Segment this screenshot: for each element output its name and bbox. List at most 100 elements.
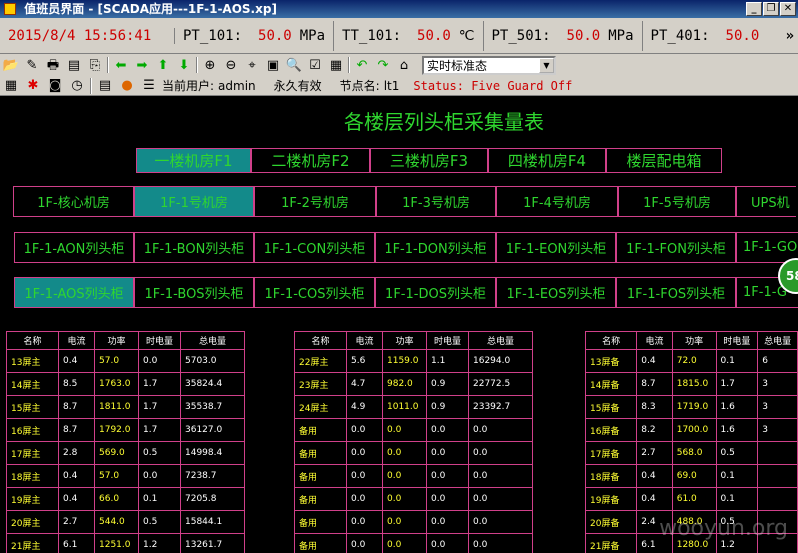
table-cell: 19屏备 xyxy=(584,487,638,511)
camera-icon[interactable]: ◙ xyxy=(46,77,64,95)
open-folder-icon[interactable]: 📂 xyxy=(2,56,20,74)
tab-floor-f1[interactable]: 一楼机房F1 xyxy=(136,148,251,173)
close-button[interactable]: ✕ xyxy=(780,2,796,16)
table-cell: 61.0 xyxy=(671,487,717,511)
table-cell: 6.1 xyxy=(58,533,95,553)
tab-cabinet-eon[interactable]: 1F-1-EON列头柜 xyxy=(496,232,616,263)
tab-cabinet-aon[interactable]: 1F-1-AON列头柜 xyxy=(14,232,134,263)
scroll-more-icon[interactable]: » xyxy=(786,28,794,44)
table-cell: 0.0 xyxy=(426,533,469,553)
table-cell: 1.6 xyxy=(715,418,759,442)
table-cell: 18屏备 xyxy=(584,464,638,488)
tab-cabinet-dos[interactable]: 1F-1-DOS列头柜 xyxy=(375,277,496,308)
zoom-in-icon[interactable]: ⊕ xyxy=(201,56,219,74)
table-cell: 15844.1 xyxy=(180,510,245,534)
tab-cabinet-don[interactable]: 1F-1-DON列头柜 xyxy=(375,232,496,263)
tab-room-4[interactable]: 1F-4号机房 xyxy=(496,186,618,217)
table-header-cell: 功率 xyxy=(671,331,717,350)
home-icon[interactable]: ⌂ xyxy=(395,56,413,74)
edit-icon[interactable]: ✎ xyxy=(23,56,41,74)
datetime-display: 2015/8/4 15:56:41 xyxy=(0,27,175,44)
table-row: 13屏主 0.4 57.0 0.0 5703.0 xyxy=(6,349,245,373)
tab-room-2[interactable]: 1F-2号机房 xyxy=(254,186,376,217)
zoom-out-icon[interactable]: ⊖ xyxy=(222,56,240,74)
table-row: 15屏备 8.3 1719.0 1.6 3 xyxy=(584,395,798,419)
tab-floor-f3[interactable]: 三楼机房F3 xyxy=(370,148,488,173)
tab-floor-distribution[interactable]: 楼层配电箱 xyxy=(606,148,722,173)
grid-icon[interactable]: ▦ xyxy=(327,56,345,74)
zoom-fit-icon[interactable]: ⌖ xyxy=(243,56,261,74)
arrow-left-icon[interactable]: ⬅ xyxy=(112,56,130,74)
tab-room-core[interactable]: 1F-核心机房 xyxy=(13,186,134,217)
mode-select[interactable]: 实时标准态 ▼ xyxy=(422,55,556,75)
table-cell: 15屏主 xyxy=(6,395,59,419)
table-row: 备用 0.0 0.0 0.0 0.0 xyxy=(294,487,533,511)
tab-room-ups[interactable]: UPS机 xyxy=(736,186,796,217)
current-user-value: admin xyxy=(218,78,256,93)
cabinet-tab-row-2: 1F-1-AOS列头柜 1F-1-BOS列头柜 1F-1-COS列头柜 1F-1… xyxy=(14,277,798,308)
tab-cabinet-fos[interactable]: 1F-1-FOS列头柜 xyxy=(616,277,736,308)
info-toolbar: ▦ ✱ ◙ ◷ ▤ ● ☰ 当前用户: admin 永久有效 节点名: lt1 … xyxy=(0,76,798,96)
table-icon[interactable]: ▤ xyxy=(96,77,114,95)
tab-cabinet-con[interactable]: 1F-1-CON列头柜 xyxy=(254,232,375,263)
tab-room-1[interactable]: 1F-1号机房 xyxy=(134,186,254,217)
table-cell: 1.1 xyxy=(426,349,469,373)
table-cell: 0.5 xyxy=(138,510,181,534)
table-cell: 14998.4 xyxy=(180,441,245,465)
tab-cabinet-aos[interactable]: 1F-1-AOS列头柜 xyxy=(14,277,134,308)
tab-room-5[interactable]: 1F-5号机房 xyxy=(618,186,736,217)
table-cell: 3 xyxy=(757,418,798,442)
data-table-2: 名称 电流 功率 时电量 总电量 22屏主 5.6 1159.0 1.1 16294.0 23屏主 4… xyxy=(294,331,533,553)
tab-floor-f4[interactable]: 四楼机房F4 xyxy=(488,148,606,173)
tab-room-3[interactable]: 1F-3号机房 xyxy=(376,186,496,217)
table-cell: 22屏主 xyxy=(294,349,347,373)
arrow-down-icon[interactable]: ⬇ xyxy=(175,56,193,74)
table-cell: 544.0 xyxy=(94,510,139,534)
tab-cabinet-cos[interactable]: 1F-1-COS列头柜 xyxy=(254,277,375,308)
main-toolbar: 📂 ✎ 🖶 ▤ ⎘ ⬅ ➡ ⬆ ⬇ ⊕ ⊖ ⌖ ▣ 🔍 ☑ ▦ ↶ ↷ ⌂ 实时… xyxy=(0,54,798,76)
table-cell: 36127.0 xyxy=(180,418,245,442)
list-icon[interactable]: ☰ xyxy=(140,77,158,95)
print-icon[interactable]: 🖶 xyxy=(44,56,62,74)
print-preview-icon[interactable]: ▤ xyxy=(65,56,83,74)
calculator-icon[interactable]: ▦ xyxy=(2,77,20,95)
table-cell: 0.0 xyxy=(382,441,427,465)
table-cell: 1011.0 xyxy=(382,395,427,419)
undo-icon[interactable]: ↶ xyxy=(353,56,371,74)
clock-icon[interactable]: ◷ xyxy=(68,77,86,95)
table-cell: 8.3 xyxy=(636,395,673,419)
arrow-up-icon[interactable]: ⬆ xyxy=(154,56,172,74)
alarm-icon[interactable]: ✱ xyxy=(24,77,42,95)
tab-floor-f2[interactable]: 二楼机房F2 xyxy=(251,148,370,173)
table-cell: 1.2 xyxy=(138,533,181,553)
zoom-box-icon[interactable]: ▣ xyxy=(264,56,282,74)
validity-text: 永久有效 xyxy=(273,79,322,93)
table-row: 备用 0.0 0.0 0.0 0.0 xyxy=(294,441,533,465)
table-cell: 20屏主 xyxy=(6,510,59,534)
minimize-button[interactable]: _ xyxy=(746,2,762,16)
copy-icon[interactable]: ⎘ xyxy=(86,56,104,74)
table-cell: 0.0 xyxy=(468,464,533,488)
search-icon[interactable]: 🔍 xyxy=(285,56,303,74)
room-tab-row: 1F-核心机房 1F-1号机房 1F-2号机房 1F-3号机房 1F-4号机房 … xyxy=(13,186,796,217)
arrow-right-icon[interactable]: ➡ xyxy=(133,56,151,74)
table-cell: 568.0 xyxy=(671,441,717,465)
table-cell: 1792.0 xyxy=(94,418,139,442)
chevron-down-icon[interactable]: ▼ xyxy=(539,57,554,73)
restore-button[interactable]: ❐ xyxy=(763,2,779,16)
measure-unit: ℃ xyxy=(458,27,475,44)
table-cell: 0.0 xyxy=(346,464,383,488)
check-icon[interactable]: ☑ xyxy=(306,56,324,74)
tab-cabinet-eos[interactable]: 1F-1-EOS列头柜 xyxy=(496,277,616,308)
table-cell: 0.0 xyxy=(468,418,533,442)
table-row: 22屏主 5.6 1159.0 1.1 16294.0 xyxy=(294,349,533,373)
table-header-cell: 总电量 xyxy=(757,331,798,350)
user-icon[interactable]: ● xyxy=(118,77,136,95)
tab-cabinet-bos[interactable]: 1F-1-BOS列头柜 xyxy=(134,277,254,308)
tab-cabinet-bon[interactable]: 1F-1-BON列头柜 xyxy=(134,232,254,263)
tab-cabinet-fon[interactable]: 1F-1-FON列头柜 xyxy=(616,232,736,263)
table-row: 18屏主 0.4 57.0 0.0 7238.7 xyxy=(6,464,245,488)
redo-icon[interactable]: ↷ xyxy=(374,56,392,74)
measurement-status-bar: 2015/8/4 15:56:41 PT_101: 50.0 MPa TT_10… xyxy=(0,18,798,54)
table-cell: 0.0 xyxy=(346,533,383,553)
